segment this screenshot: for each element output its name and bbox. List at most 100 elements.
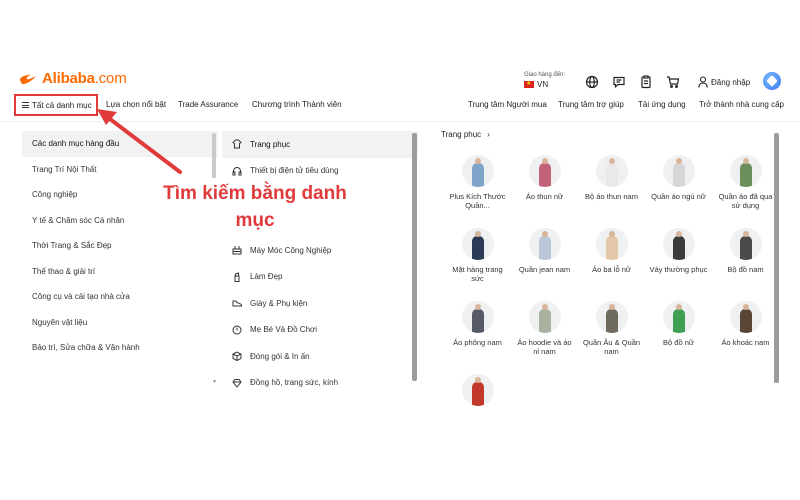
left-menu-scrollbar[interactable]: ▼ [211, 131, 218, 385]
ship-country: VN [537, 80, 549, 89]
subcategory-item[interactable]: Bộ đồ nữ [645, 301, 712, 374]
alibaba-logo[interactable]: Alibaba.com [18, 70, 127, 87]
subcategory-item[interactable]: Áo phông nam [444, 301, 511, 374]
mid-menu-item-machinery[interactable]: Máy Móc Công Nghiệp [222, 237, 418, 264]
mid-menu-item-jewelry[interactable]: Đồng hồ, trang sức, kính [222, 370, 418, 397]
nav-download-app[interactable]: Tải ứng dụng [638, 100, 686, 109]
product-image [461, 155, 494, 187]
package-icon [232, 351, 242, 362]
top-categories-menu: Các danh mục hàng đầu Trang Trí Nội Thất… [22, 131, 218, 385]
login-label: Đăng nhập [711, 77, 751, 87]
headphones-icon [232, 166, 242, 176]
subcategory-menu: Trang phục Thiết bị điện tử tiêu dùng Má… [222, 131, 418, 388]
vietnam-flag-icon [524, 80, 534, 88]
ship-to-selector[interactable]: Giao hàng đến: VN [524, 72, 565, 89]
subcategory-grid: Plus Kích Thước Quần... Áo thun nữ Bộ áo t… [444, 155, 779, 447]
subcategory-label: Áo ba lỗ nữ [592, 265, 631, 274]
subcategory-item[interactable]: Váy thường phục [645, 228, 712, 301]
subcategory-label: Quần Âu & Quần nam [582, 338, 641, 356]
product-image [729, 301, 762, 333]
subcategory-item[interactable]: Mặt hàng trang sức [444, 228, 511, 301]
header-divider [0, 121, 800, 122]
mid-menu-item-apparel[interactable]: Trang phục [222, 131, 418, 158]
nav-membership[interactable]: Chương trình Thành viên [252, 100, 342, 109]
globe-icon[interactable] [585, 75, 599, 89]
alibaba-logo-icon [20, 73, 36, 84]
product-image [662, 301, 695, 333]
subcategory-item[interactable]: Quần áo ngủ nữ [645, 155, 712, 228]
nav-buyer-center[interactable]: Trung tâm Người mua [468, 100, 547, 109]
cart-icon[interactable] [666, 75, 680, 89]
hanger-icon [232, 139, 242, 149]
subcategory-scrollbar[interactable] [411, 131, 418, 385]
chevron-right-icon: › [487, 130, 490, 139]
left-menu-item[interactable]: Thời Trang & Sắc Đẹp [22, 233, 218, 259]
product-image [461, 228, 494, 260]
product-image [528, 155, 561, 187]
ship-to-label: Giao hàng đến: [524, 72, 566, 78]
nav-help-center[interactable]: Trung tâm trợ giúp [558, 100, 624, 109]
subcategory-label: Mặt hàng trang sức [452, 265, 503, 283]
subcategory-item[interactable]: Áo ba lỗ nữ [578, 228, 645, 301]
user-icon [698, 76, 708, 88]
subcategory-title[interactable]: Trang phục › [441, 130, 490, 139]
subcategory-label: Váy thường phục [649, 265, 708, 274]
login-button[interactable]: Đăng nhập [698, 76, 750, 88]
scrollbar-thumb[interactable] [412, 133, 417, 381]
orders-icon[interactable] [639, 75, 653, 89]
products-scrollbar[interactable] [773, 131, 780, 389]
nav-featured[interactable]: Lựa chọn nổi bật [106, 100, 166, 109]
subcategory-label: Plus Kích Thước Quần... [449, 192, 506, 210]
left-menu-item[interactable]: Bảo trì, Sửa chữa & Vận hành [22, 335, 218, 361]
subcategory-label: Bộ áo thun nam [585, 192, 638, 201]
message-icon[interactable] [612, 75, 626, 89]
subcategory-item[interactable]: Áo khoác nam [712, 301, 779, 374]
subcategory-item[interactable] [444, 374, 511, 447]
subcategory-item[interactable]: Quần jean nam [511, 228, 578, 301]
nav-become-supplier[interactable]: Trở thành nhà cung cấp [699, 100, 784, 109]
logo-text: Alibaba.com [42, 70, 127, 87]
left-menu-item[interactable]: Các danh mục hàng đầu [22, 131, 218, 157]
product-image [729, 228, 762, 260]
subcategory-label: Bộ đồ nam [727, 265, 764, 274]
subcategory-item[interactable]: Bộ đồ nam [712, 228, 779, 301]
left-menu-item[interactable]: Thể thao & giải trí [22, 259, 218, 285]
subcategory-item[interactable]: Plus Kích Thước Quần... [444, 155, 511, 228]
subcategory-item[interactable]: Quần áo đã qua sử dụng [712, 155, 779, 228]
subcategory-label: Áo thun nữ [525, 192, 564, 201]
subcategory-item[interactable]: Áo thun nữ [511, 155, 578, 228]
subcategory-label: Bộ đồ nữ [663, 338, 694, 347]
all-categories-button[interactable]: Tất cả danh mục [14, 94, 98, 116]
mid-menu-item-shoes[interactable]: Giày & Phụ kiện [222, 290, 418, 317]
mid-menu-item-baby[interactable]: Mẹ Bé Và Đồ Chơi [222, 317, 418, 344]
subcategory-label: Quần jean nam [518, 265, 571, 274]
menu-icon [22, 102, 29, 108]
product-image [461, 301, 494, 333]
product-image [662, 228, 695, 260]
subcategory-label: Quần áo ngủ nữ [651, 192, 706, 201]
ai-assistant-icon[interactable] [763, 72, 781, 90]
product-image [729, 155, 762, 187]
product-image [595, 155, 628, 187]
jewelry-icon [232, 378, 242, 388]
product-image [528, 228, 561, 260]
subcategory-label: Áo khoác nam [721, 338, 770, 347]
scrollbar-thumb[interactable] [774, 133, 779, 383]
beauty-icon [234, 272, 240, 282]
scroll-down-icon[interactable]: ▼ [212, 379, 217, 385]
nav-trade-assurance[interactable]: Trade Assurance [178, 100, 238, 109]
subcategory-label: Áo hoodie và áo nỉ nam [517, 338, 572, 356]
left-menu-item[interactable]: Nguyên vật liệu [22, 310, 218, 336]
product-image [461, 374, 494, 406]
subcategory-item[interactable]: Áo hoodie và áo nỉ nam [511, 301, 578, 374]
subcategory-item[interactable]: Quần Âu & Quần nam [578, 301, 645, 374]
shoe-icon [232, 300, 242, 307]
mid-menu-item-beauty[interactable]: Làm Đẹp [222, 264, 418, 291]
left-menu-item[interactable]: Công cụ và cải tạo nhà cửa [22, 284, 218, 310]
subcategory-label: Quần áo đã qua sử dụng [718, 192, 773, 210]
product-image [595, 228, 628, 260]
subcategory-item[interactable]: Bộ áo thun nam [578, 155, 645, 228]
product-image [662, 155, 695, 187]
mid-menu-item-packaging[interactable]: Đóng gói & In ấn [222, 343, 418, 370]
product-image [595, 301, 628, 333]
